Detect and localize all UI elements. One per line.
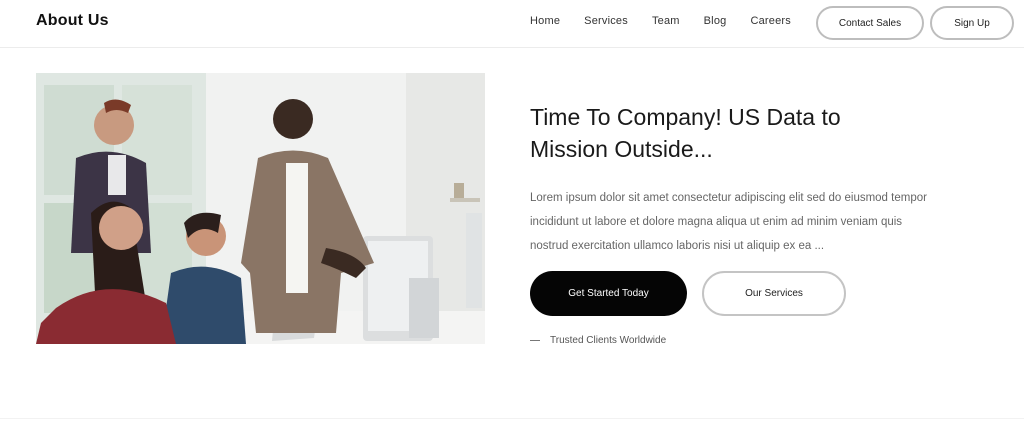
hero-title-line-1: Time To Company! US Data to [530, 104, 841, 131]
trust-note: Trusted Clients Worldwide [530, 335, 666, 346]
main-nav: Home Services Team Blog Careers [530, 15, 791, 27]
hero-photo [36, 73, 485, 344]
nav-item-services[interactable]: Services [584, 15, 628, 27]
trust-note-text[interactable]: Trusted Clients Worldwide [550, 335, 666, 346]
get-started-button[interactable]: Get Started Today [530, 271, 687, 316]
hero-description-line-1: Lorem ipsum dolor sit amet consectetur a… [530, 191, 927, 204]
nav-item-blog[interactable]: Blog [704, 15, 727, 27]
hero-title-line-2: Mission Outside... [530, 136, 713, 163]
brand-logo[interactable]: About Us [36, 12, 109, 30]
team-office-illustration [36, 73, 485, 344]
sign-up-button[interactable]: Sign Up [930, 6, 1014, 40]
hero-title: Time To Company! US Data to Mission Outs… [530, 101, 970, 165]
hero-description-line-2: incididunt ut labore et dolore magna ali… [530, 215, 903, 228]
nav-item-home[interactable]: Home [530, 15, 560, 27]
nav-item-team[interactable]: Team [652, 15, 680, 27]
contact-sales-button[interactable]: Contact Sales [816, 6, 924, 40]
nav-item-careers[interactable]: Careers [750, 15, 791, 27]
our-services-button[interactable]: Our Services [702, 271, 846, 316]
dash-divider [530, 340, 540, 341]
section-divider [0, 418, 1024, 419]
hero-description-line-3: nostrud exercitation ullamco laboris nis… [530, 239, 825, 252]
hero-description: Lorem ipsum dolor sit amet consectetur a… [530, 186, 930, 258]
site-header: About Us Home Services Team Blog Careers… [0, 0, 1024, 48]
